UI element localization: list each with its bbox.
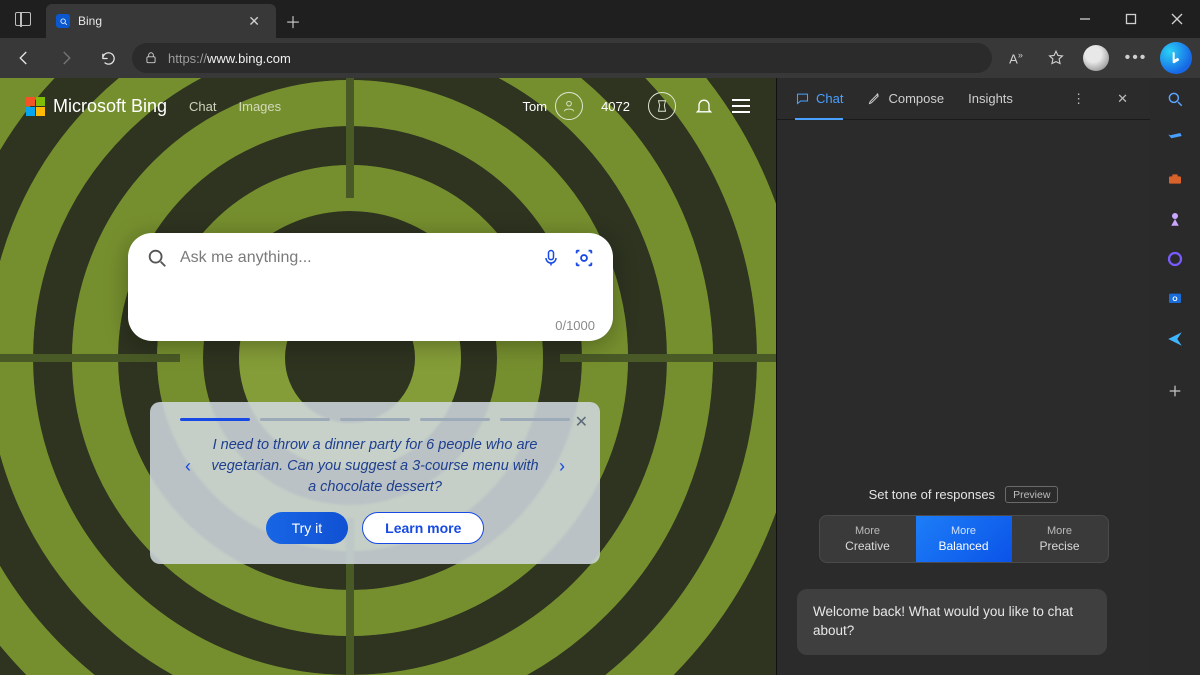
sidebar-outlook-button[interactable]: O xyxy=(1164,288,1186,310)
page-content: Microsoft Bing Chat Images Tom 4072 xyxy=(0,78,776,675)
nav-back-button[interactable] xyxy=(6,42,42,74)
nav-forward-button xyxy=(48,42,84,74)
tab-close-button[interactable]: ✕ xyxy=(242,11,266,32)
new-tab-button[interactable]: ＋ xyxy=(276,4,310,38)
panel-tab-chat[interactable]: Chat xyxy=(795,78,843,119)
tone-title: Set tone of responses xyxy=(869,487,995,502)
background-image xyxy=(0,78,776,675)
chat-panel: Chat Compose Insights ⋮ ✕ Set tone of re… xyxy=(776,78,1150,675)
bing-logo[interactable]: Microsoft Bing xyxy=(26,96,167,117)
nav-refresh-button[interactable] xyxy=(90,42,126,74)
nav-images-link[interactable]: Images xyxy=(239,99,282,114)
notifications-button[interactable] xyxy=(694,96,714,116)
tone-creative[interactable]: MoreCreative xyxy=(820,516,916,562)
preview-badge: Preview xyxy=(1005,486,1058,503)
tab-title: Bing xyxy=(78,14,234,28)
window-close-button[interactable] xyxy=(1154,0,1200,38)
welcome-message: Welcome back! What would you like to cha… xyxy=(797,589,1107,655)
tone-balanced[interactable]: MoreBalanced xyxy=(916,516,1012,562)
tab-overview-button[interactable] xyxy=(0,0,46,38)
voice-search-button[interactable] xyxy=(541,247,561,269)
user-name: Tom xyxy=(523,99,548,114)
profile-avatar-icon xyxy=(1083,45,1109,71)
svg-text:O: O xyxy=(1172,296,1177,303)
promo-pager[interactable] xyxy=(176,418,574,421)
chat-icon xyxy=(795,91,810,106)
sidebar-shopping-button[interactable] xyxy=(1164,128,1186,150)
rewards-points[interactable]: 4072 xyxy=(601,99,630,114)
promo-text: I need to throw a dinner party for 6 peo… xyxy=(206,435,544,498)
sidebar-send-button[interactable] xyxy=(1164,328,1186,350)
promo-next-button[interactable]: › xyxy=(550,456,574,477)
tab-bing[interactable]: Bing ✕ xyxy=(46,4,276,38)
panel-close-button[interactable]: ✕ xyxy=(1113,87,1132,111)
panel-tab-compose[interactable]: Compose xyxy=(867,78,944,119)
lock-icon xyxy=(144,51,158,65)
user-menu[interactable]: Tom xyxy=(523,92,584,120)
logo-text: Microsoft Bing xyxy=(53,96,167,117)
char-counter: 0/1000 xyxy=(555,318,595,333)
tone-precise[interactable]: MorePrecise xyxy=(1012,516,1108,562)
sidebar-add-button[interactable] xyxy=(1164,380,1186,402)
window-maximize-button[interactable] xyxy=(1108,0,1154,38)
sidebar-games-button[interactable] xyxy=(1164,208,1186,230)
profile-button[interactable] xyxy=(1078,42,1114,74)
window-minimize-button[interactable] xyxy=(1062,0,1108,38)
bing-chat-icon xyxy=(1160,42,1192,74)
tab-overview-icon xyxy=(15,12,31,26)
panel-tab-insights[interactable]: Insights xyxy=(968,78,1013,119)
panel-more-button[interactable]: ⋮ xyxy=(1068,87,1089,111)
url-text: https://www.bing.com xyxy=(168,51,291,66)
sidebar-search-button[interactable] xyxy=(1164,88,1186,110)
promo-card: ✕ ‹ I need to throw a dinner party for 6… xyxy=(150,402,600,564)
learn-more-button[interactable]: Learn more xyxy=(362,512,484,544)
nav-chat-link[interactable]: Chat xyxy=(189,99,216,114)
search-input[interactable] xyxy=(180,249,529,267)
promo-close-button[interactable]: ✕ xyxy=(575,412,588,432)
sidebar-tools-button[interactable] xyxy=(1164,168,1186,190)
favorites-button[interactable] xyxy=(1038,42,1074,74)
read-aloud-button[interactable]: A» xyxy=(998,42,1034,74)
user-avatar-icon xyxy=(555,92,583,120)
bing-favicon-icon xyxy=(56,14,70,28)
search-icon xyxy=(146,247,168,269)
edge-sidebar: O xyxy=(1150,78,1200,675)
promo-prev-button[interactable]: ‹ xyxy=(176,456,200,477)
tone-selector: MoreCreative MoreBalanced MorePrecise xyxy=(819,515,1109,563)
address-bar[interactable]: https://www.bing.com xyxy=(132,43,992,73)
bing-chat-toggle-button[interactable] xyxy=(1158,42,1194,74)
search-box: 0/1000 xyxy=(128,233,613,341)
image-search-button[interactable] xyxy=(573,247,595,269)
microsoft-logo-icon xyxy=(26,97,45,116)
more-menu-button[interactable]: ••• xyxy=(1118,42,1154,74)
hamburger-menu-button[interactable] xyxy=(732,99,750,113)
try-it-button[interactable]: Try it xyxy=(266,512,349,544)
compose-icon xyxy=(867,91,882,106)
rewards-icon[interactable] xyxy=(648,92,676,120)
sidebar-office-button[interactable] xyxy=(1164,248,1186,270)
